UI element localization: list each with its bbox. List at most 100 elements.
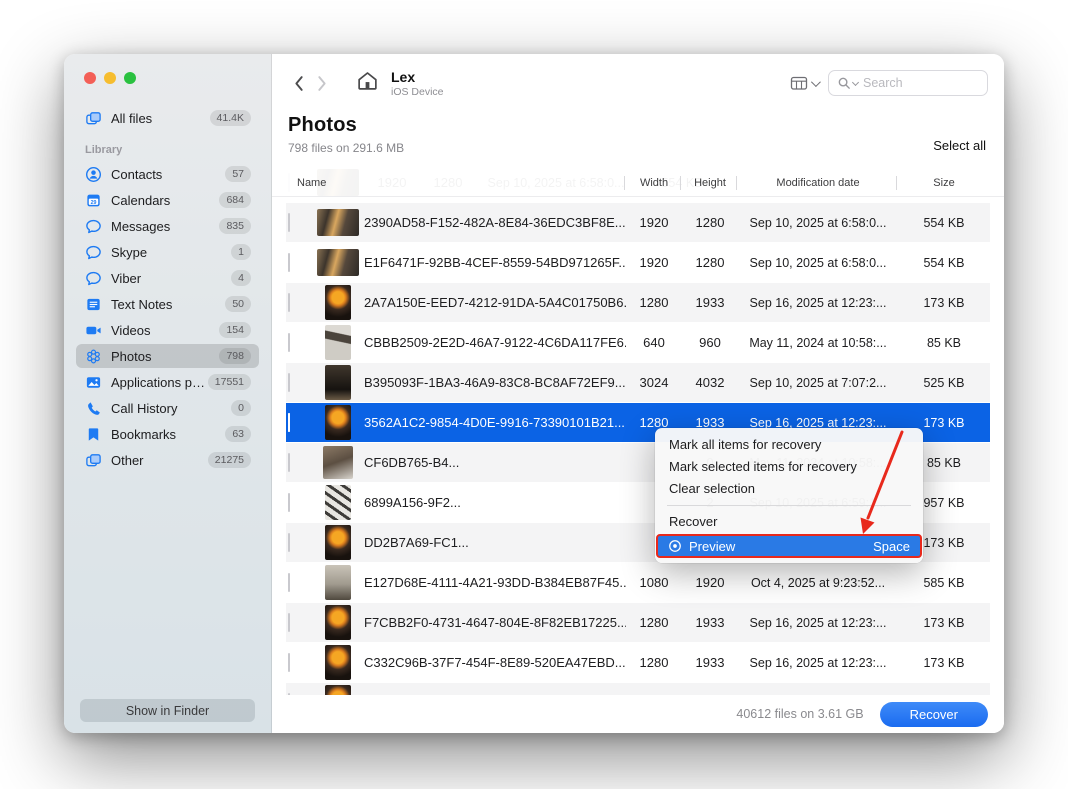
table-header: NameWidthHeightModification dateSize [272,169,1004,197]
view-mode-toggle[interactable] [790,75,818,91]
context-menu-item[interactable]: Mark selected items for recovery [655,456,923,478]
sidebar-item-viber[interactable]: Viber4 [76,266,259,290]
sidebar-item-photos[interactable]: Photos798 [76,344,259,368]
forward-button[interactable] [310,71,334,95]
photo-thumbnail [325,285,351,320]
context-menu-item-recover[interactable]: Recover [655,511,923,533]
search-scope-chevron-icon[interactable] [852,78,859,85]
table-row[interactable] [286,683,990,695]
file-modified: Sep 16, 2025 at 12:23:... [738,656,898,670]
sidebar-item-messages[interactable]: Messages835 [76,214,259,238]
sidebar-item-count: 17551 [208,374,251,390]
context-menu-item[interactable]: Mark all items for recovery [655,434,923,456]
column-header-width[interactable]: Width [626,175,682,191]
file-name: E127D68E-4111-4A21-93DD-B384EB87F45... [364,575,626,590]
row-checkbox-cell [286,294,312,312]
close-window-button[interactable] [84,72,96,84]
file-height: 1933 [682,615,738,630]
select-all-link[interactable]: Select all [933,138,986,153]
photo-thumbnail [325,405,351,440]
row-checkbox[interactable] [288,253,290,272]
file-size: 585 KB [898,576,990,590]
home-icon[interactable] [356,70,379,96]
row-thumbnail-cell [312,645,364,680]
photo-thumbnail [325,645,351,680]
back-button[interactable] [286,71,310,95]
file-size: 173 KB [898,656,990,670]
file-name: DD2B7A69-FC1... [364,535,626,550]
file-height: 1933 [682,655,738,670]
sidebar-item-label: Calendars [111,193,219,208]
calendar-icon: 29 [84,191,102,209]
photo-thumbnail [325,365,351,400]
table-row[interactable]: F7CBB2F0-4731-4647-804E-8F82EB17225...12… [286,603,990,642]
main-panel: Lex iOS Device Photos 798 files on 291.6… [272,54,1004,733]
sidebar-item-calendars[interactable]: 29Calendars684 [76,188,259,212]
search-field[interactable] [828,70,988,96]
search-input[interactable] [863,76,979,90]
table-row[interactable]: CBBB2509-2E2D-46A7-9122-4C6DA117FE6...64… [286,323,990,362]
row-thumbnail-cell [312,605,364,640]
photo-thumbnail [325,605,351,640]
sidebar-item-videos[interactable]: Videos154 [76,318,259,342]
context-menu-item-preview[interactable]: PreviewSpace [656,534,922,558]
row-checkbox[interactable] [288,293,290,312]
page-title: Photos [288,114,988,137]
image-icon [84,373,102,391]
table-row[interactable]: 2A7A150E-EED7-4212-91DA-5A4C01750B6...12… [286,283,990,322]
row-checkbox[interactable] [288,373,290,392]
table-row[interactable]: E127D68E-4111-4A21-93DD-B384EB87F45...10… [286,563,990,602]
row-checkbox[interactable] [288,693,290,696]
file-width: 1920 [626,215,682,230]
row-checkbox[interactable] [288,613,290,632]
row-checkbox-cell [286,534,312,552]
show-in-finder-button[interactable]: Show in Finder [80,699,255,722]
file-size: 554 KB [898,216,990,230]
context-menu-item[interactable]: Clear selection [655,478,923,500]
file-modified: Sep 10, 2025 at 7:07:2... [738,376,898,390]
message-icon [84,243,102,261]
contact-icon [84,165,102,183]
sidebar-item-text-notes[interactable]: Text Notes50 [76,292,259,316]
sidebar-item-label: Applications pho... [111,375,208,390]
column-header-name[interactable]: Name [286,175,626,191]
row-checkbox[interactable] [288,213,290,232]
row-checkbox[interactable] [288,533,290,552]
file-name: E1F6471F-92BB-4CEF-8559-54BD971265F... [364,255,626,270]
table-row[interactable]: E1F6471F-92BB-4CEF-8559-54BD971265F...19… [286,243,990,282]
device-info: Lex iOS Device [391,69,444,98]
file-width: 1920 [626,255,682,270]
row-checkbox[interactable] [288,333,290,352]
photos-icon [84,347,102,365]
note-icon [84,295,102,313]
row-checkbox[interactable] [288,453,290,472]
photo-thumbnail [325,685,351,695]
sidebar-item-all-files[interactable]: All files41.4K [76,106,259,130]
sidebar-item-other[interactable]: Other21275 [76,448,259,472]
sidebar-item-count: 4 [231,270,251,286]
sidebar-item-applications-pho[interactable]: Applications pho...17551 [76,370,259,394]
phone-icon [84,399,102,417]
table-row[interactable]: C332C96B-37F7-454F-8E89-520EA47EBD...128… [286,643,990,682]
sidebar-item-contacts[interactable]: Contacts57 [76,162,259,186]
sidebar-item-call-history[interactable]: Call History0 [76,396,259,420]
sidebar-item-skype[interactable]: Skype1 [76,240,259,264]
context-menu-divider [667,505,911,506]
column-header-size[interactable]: Size [898,175,990,191]
recover-button[interactable]: Recover [880,702,988,727]
row-checkbox[interactable] [288,493,290,512]
photo-thumbnail [323,446,353,479]
row-thumbnail-cell [312,249,364,276]
row-checkbox[interactable] [288,653,290,672]
row-checkbox[interactable] [288,573,290,592]
photo-thumbnail [317,249,359,276]
minimize-window-button[interactable] [104,72,116,84]
zoom-window-button[interactable] [124,72,136,84]
table-row[interactable]: B395093F-1BA3-46A9-83C8-BC8AF72EF9...302… [286,363,990,402]
sidebar-list: All files41.4KLibraryContacts5729Calenda… [76,106,259,472]
column-header-modification-date[interactable]: Modification date [738,175,898,191]
sidebar-item-bookmarks[interactable]: Bookmarks63 [76,422,259,446]
column-header-height[interactable]: Height [682,175,738,191]
table-row[interactable]: 2390AD58-F152-482A-8E84-36EDC3BF8E...192… [286,203,990,242]
row-checkbox[interactable] [288,413,290,432]
